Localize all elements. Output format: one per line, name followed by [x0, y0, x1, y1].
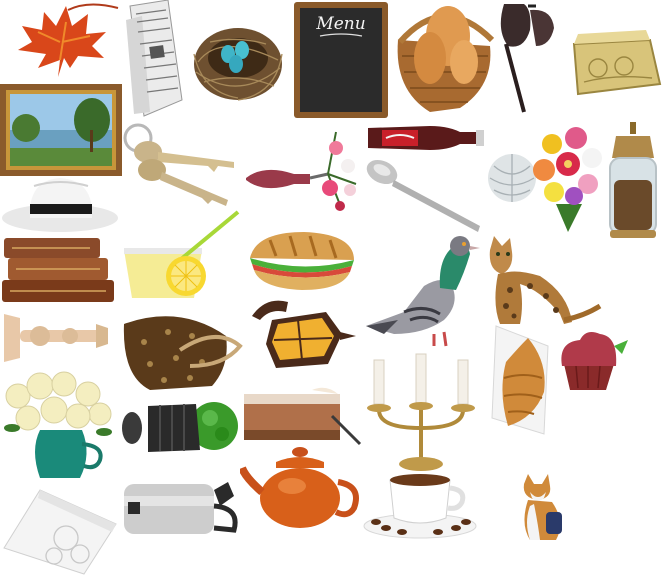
orange-teapot-icon — [240, 446, 362, 530]
ornate-box-icon — [568, 24, 662, 98]
croissant-icon — [488, 322, 560, 438]
white-hat-icon — [0, 174, 122, 236]
sandwich-icon — [246, 228, 358, 292]
bird-nest-icon — [190, 2, 286, 112]
lemonade-glass-icon — [120, 210, 242, 306]
corgi-icon — [516, 474, 566, 542]
pepper-grinder-icon — [604, 120, 662, 240]
sunglasses-icon — [494, 0, 558, 120]
old-books-icon — [0, 234, 120, 304]
handbag-icon — [120, 306, 244, 394]
newspaper-icon — [120, 0, 188, 118]
perfume-bottle-flowers-icon — [244, 128, 364, 218]
bengal-cat-icon — [480, 234, 602, 326]
candelabra-icon — [360, 352, 482, 472]
napkin-holder-icon — [0, 484, 122, 576]
cupcake-icon — [556, 324, 632, 394]
menu-title: Menu — [315, 14, 365, 34]
pigeon-icon — [364, 234, 484, 352]
candle-holder-icon — [0, 306, 112, 368]
iced-coffee-icon — [242, 386, 362, 446]
rose-vase-icon — [0, 370, 120, 484]
flower-bouquet-icon — [528, 124, 608, 234]
lantern-icon — [246, 294, 358, 378]
framed-landscape-icon — [0, 84, 122, 176]
bread-basket-icon — [390, 0, 496, 118]
plant-pot-icon — [120, 396, 238, 460]
keys-icon — [122, 122, 242, 208]
maple-leaf-icon — [8, 2, 120, 82]
coffee-cup-icon — [362, 470, 482, 540]
cola-bottle-icon — [364, 118, 486, 158]
chalkboard-menu-icon: Menu — [294, 0, 390, 120]
thermos-jug-icon — [122, 476, 240, 542]
spoon-icon — [364, 156, 486, 234]
